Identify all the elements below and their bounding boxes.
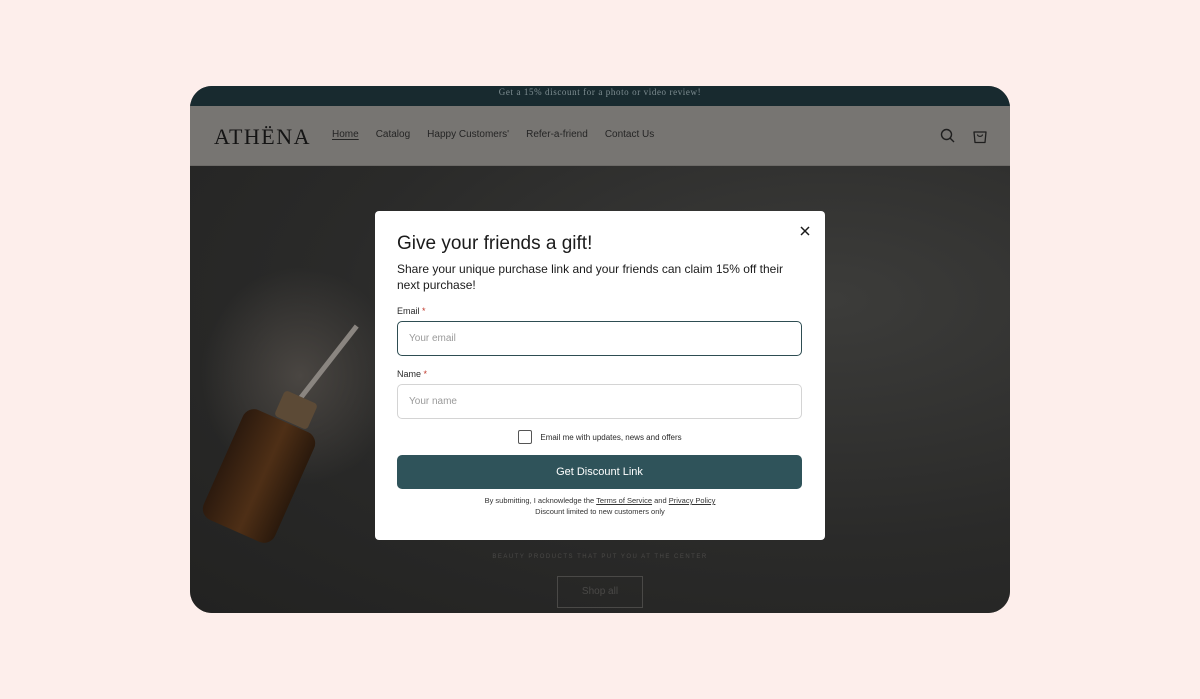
get-discount-link-button[interactable]: Get Discount Link xyxy=(397,455,802,489)
nav-item-catalog[interactable]: Catalog xyxy=(376,129,410,140)
site-header: ATHËNA Home Catalog Happy Customers' Ref… xyxy=(190,106,1010,166)
store-logo[interactable]: ATHËNA xyxy=(214,124,311,150)
legal-line: By submitting, I acknowledge the Terms o… xyxy=(375,495,825,506)
cart-icon[interactable] xyxy=(971,127,989,145)
main-nav: Home Catalog Happy Customers' Refer-a-fr… xyxy=(332,129,654,140)
consent-checkbox[interactable] xyxy=(518,430,533,444)
required-marker: * xyxy=(422,306,426,316)
shop-all-button[interactable]: Shop all xyxy=(557,576,643,608)
consent-label: Email me with updates, news and offers xyxy=(540,432,682,442)
discount-note: Discount limited to new customers only xyxy=(535,507,665,516)
email-field[interactable] xyxy=(397,321,802,356)
nav-item-home[interactable]: Home xyxy=(332,129,359,140)
name-label: Name * xyxy=(397,369,427,379)
legal-and: and xyxy=(654,496,667,505)
name-field[interactable] xyxy=(397,384,802,419)
name-label-text: Name xyxy=(397,369,422,379)
modal-title: Give your friends a gift! xyxy=(397,233,593,254)
announcement-text: Get a 15% discount for a photo or video … xyxy=(498,87,702,97)
terms-of-service-link[interactable]: Terms of Service xyxy=(596,496,652,505)
close-icon[interactable] xyxy=(795,221,815,241)
required-marker: * xyxy=(423,369,428,379)
privacy-policy-link[interactable]: Privacy Policy xyxy=(669,496,716,505)
modal-description: Share your unique purchase link and your… xyxy=(397,262,783,292)
nav-item-happy-customers[interactable]: Happy Customers' xyxy=(427,129,509,140)
announcement-bar: Get a 15% discount for a photo or video … xyxy=(190,86,1010,106)
nav-item-refer-a-friend[interactable]: Refer-a-friend xyxy=(526,129,588,140)
email-label: Email * xyxy=(397,306,426,316)
legal-notice: By submitting, I acknowledge the Terms o… xyxy=(375,495,825,517)
hero-subtitle: BEAUTY PRODUCTS THAT PUT YOU AT THE CENT… xyxy=(492,554,708,560)
search-icon[interactable] xyxy=(939,127,957,145)
nav-item-contact-us[interactable]: Contact Us xyxy=(605,129,654,140)
referral-modal: Give your friends a gift! Share your uni… xyxy=(375,211,825,540)
legal-prefix: By submitting, I acknowledge the xyxy=(484,496,595,505)
marketing-consent: Email me with updates, news and offers xyxy=(375,430,825,444)
email-label-text: Email xyxy=(397,306,420,316)
